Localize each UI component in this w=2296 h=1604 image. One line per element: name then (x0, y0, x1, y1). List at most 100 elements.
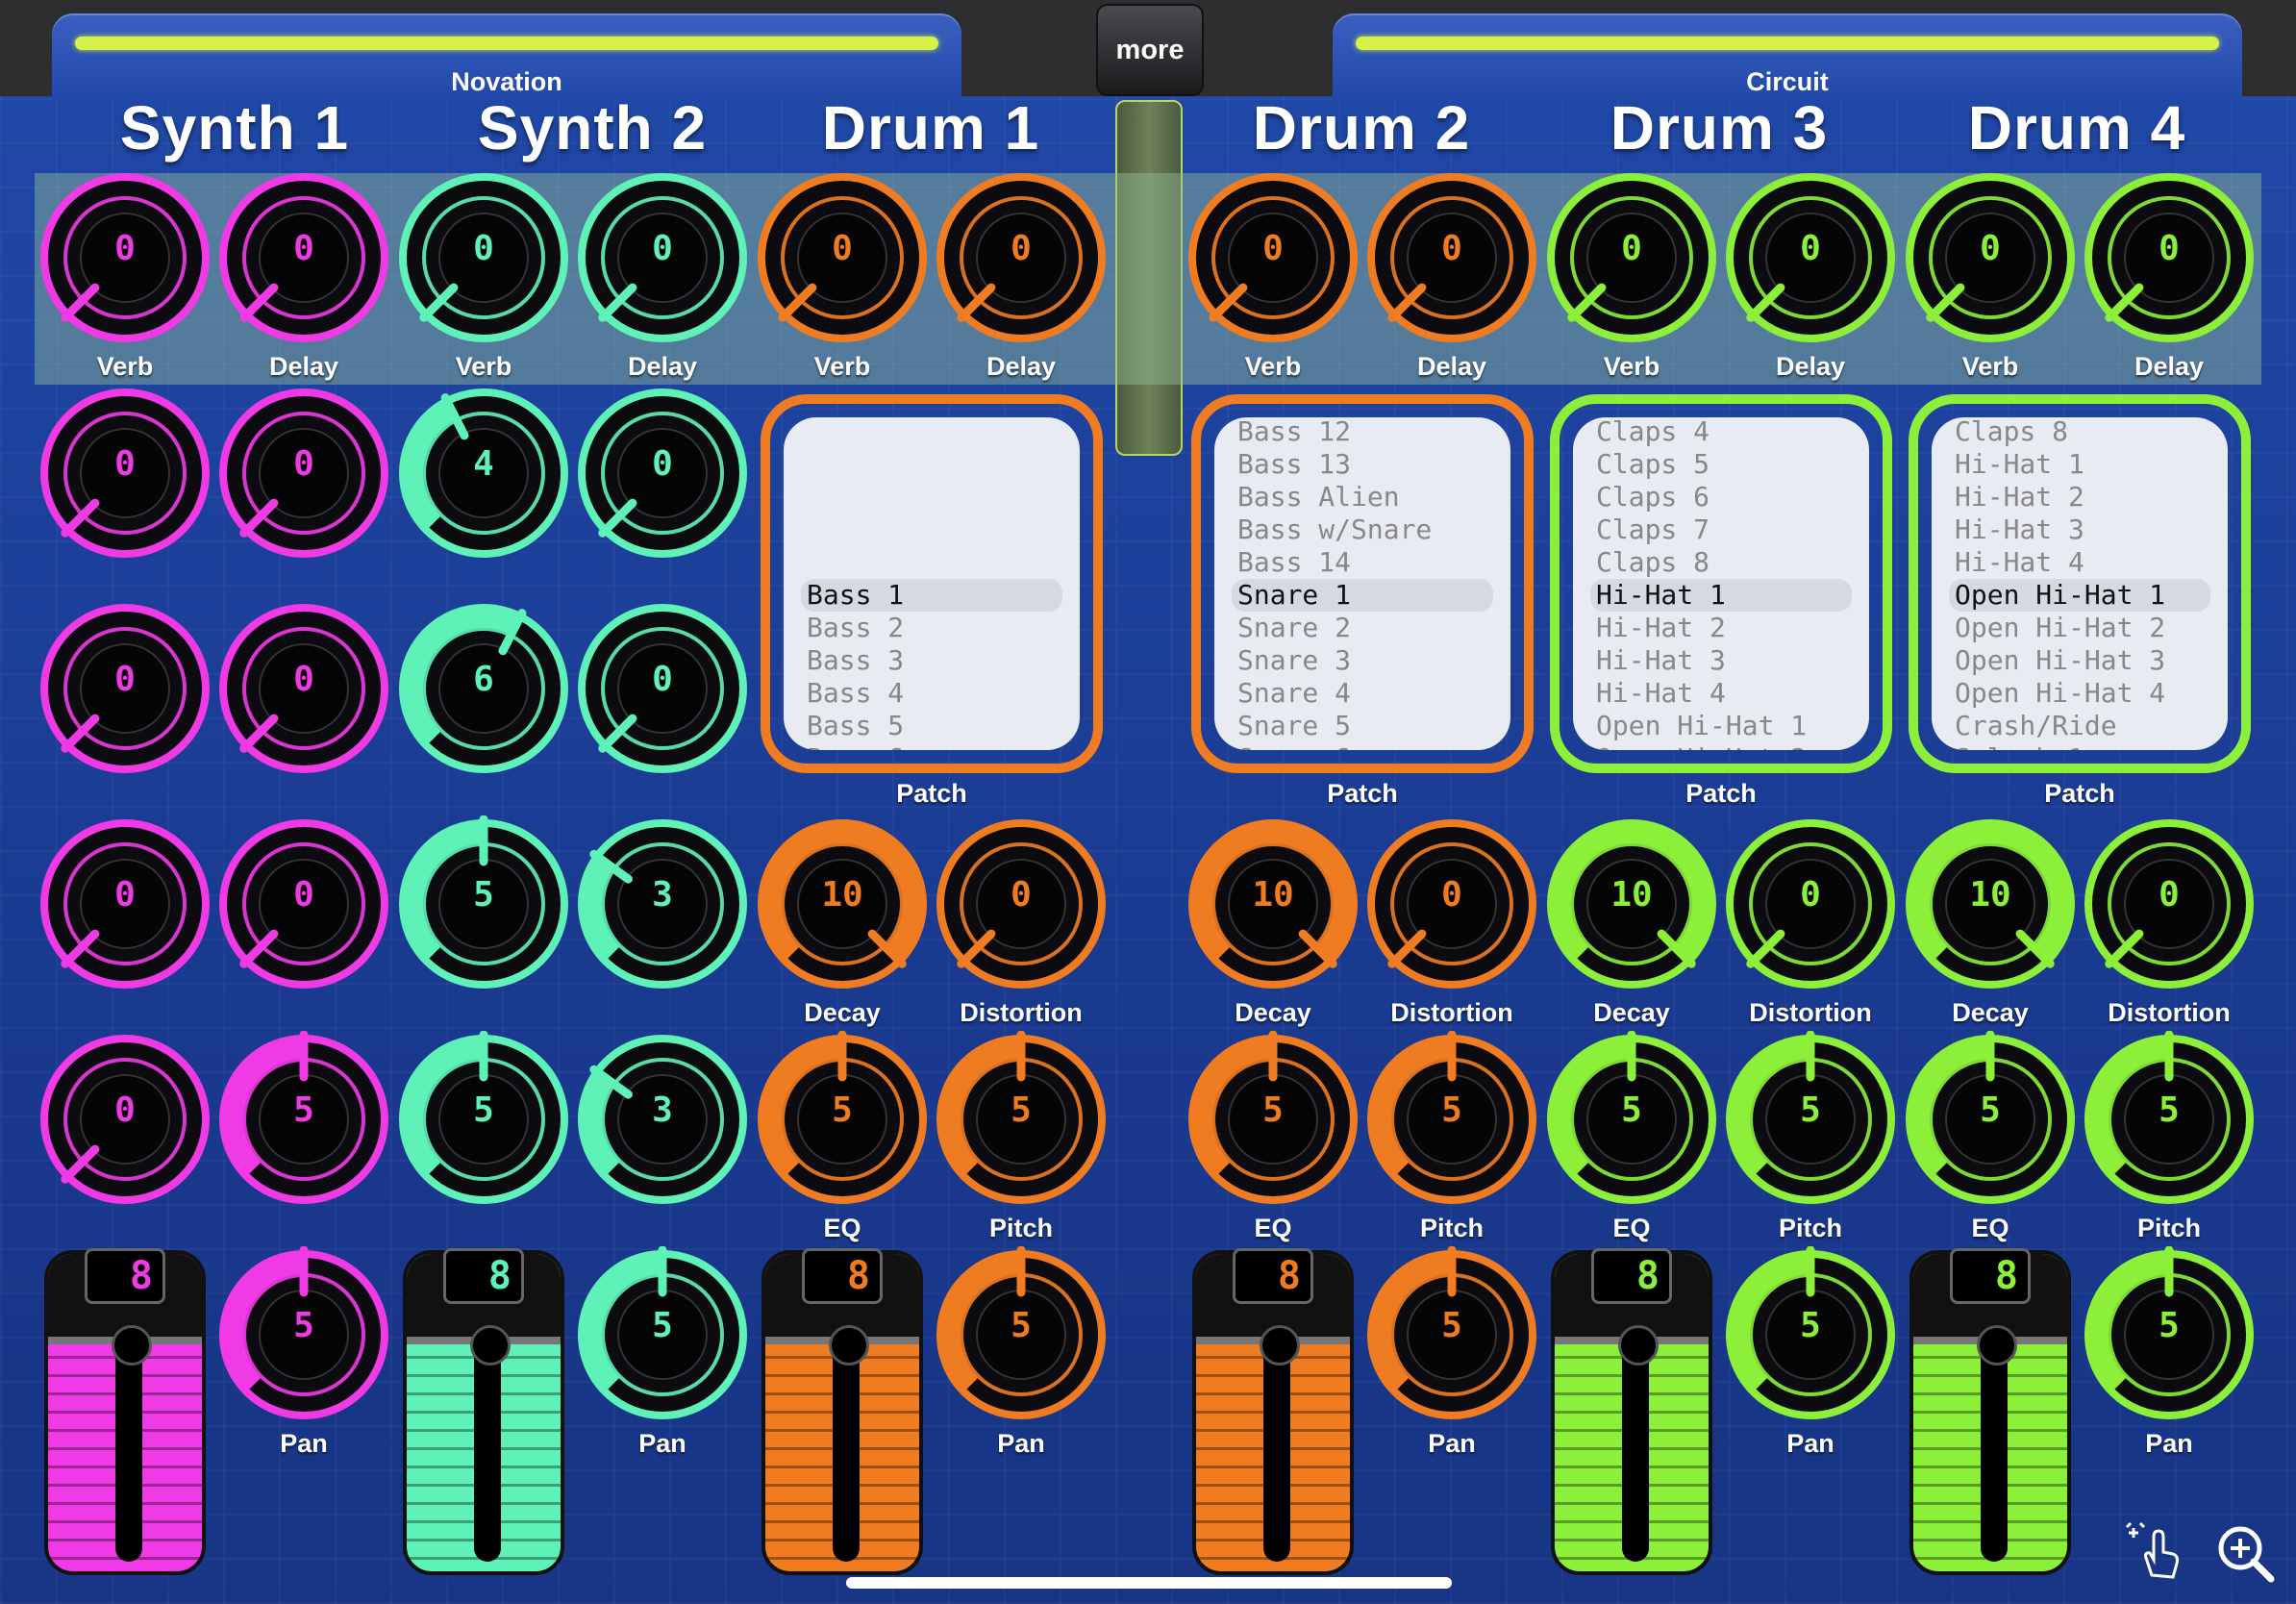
patch-list[interactable]: Claps 8 Hi-Hat 1 Hi-Hat 2 Hi-Hat 3 Hi-Hat 4O… (1932, 417, 2228, 750)
patch-item-selected[interactable]: Hi-Hat 1 (1590, 579, 1852, 612)
distortion-knob[interactable]: 0 (1722, 815, 1899, 992)
patch-list[interactable]: Bass 1Bass 2Bass 3Bass 4Bass 5Bass 6 (784, 417, 1080, 750)
pan-knob[interactable]: 5 (1722, 1246, 1899, 1423)
eq-knob[interactable]: 5 (1902, 1031, 2079, 1208)
synth1-param-knob[interactable]: 0 (215, 600, 392, 777)
patch-item[interactable]: Bass 14 (1232, 546, 1493, 579)
more-button[interactable]: more (1096, 4, 1204, 96)
verb-send-knob[interactable]: 0 (37, 169, 213, 346)
patch-item[interactable]: Bass 6 (801, 742, 1062, 750)
patch-item[interactable]: Hi-Hat 1 (1949, 448, 2210, 481)
synth1-param-knob[interactable]: 5 (215, 1031, 392, 1208)
patch-item[interactable]: Open Hi-Hat 4 (1949, 677, 2210, 710)
distortion-knob[interactable]: 0 (2081, 815, 2258, 992)
fader-handle[interactable] (112, 1325, 152, 1366)
synth1-pan-knob[interactable]: 5 (215, 1246, 392, 1423)
patch-item[interactable]: Bass 2 (801, 612, 1062, 644)
verb-send-knob[interactable]: 0 (1902, 169, 2079, 346)
patch-item[interactable]: Snare 5 (1232, 710, 1493, 742)
patch-item[interactable]: Claps 5 (1590, 448, 1852, 481)
patch-item[interactable]: Splash 1 (1949, 742, 2210, 750)
patch-item[interactable]: Hi-Hat 4 (1949, 546, 2210, 579)
patch-selector[interactable]: Claps 8 Hi-Hat 1 Hi-Hat 2 Hi-Hat 3 Hi-Hat 4O… (1909, 394, 2251, 773)
delay-send-knob[interactable]: 0 (215, 169, 392, 346)
fader-handle[interactable] (470, 1325, 511, 1366)
patch-item[interactable]: Hi-Hat 2 (1949, 481, 2210, 514)
pan-knob[interactable]: 5 (2081, 1246, 2258, 1423)
delay-send-knob[interactable]: 0 (933, 169, 1110, 346)
synth2-param-knob[interactable]: 4 (395, 385, 572, 562)
patch-item[interactable]: Open Hi-Hat 2 (1590, 742, 1852, 750)
tab-novation[interactable]: Novation (52, 13, 961, 100)
patch-item[interactable]: Snare 3 (1232, 644, 1493, 677)
patch-item[interactable]: Open Hi-Hat 1 (1590, 710, 1852, 742)
patch-item-selected[interactable]: Bass 1 (801, 579, 1062, 612)
patch-list[interactable]: Bass 12 Bass 13 Bass Alien Bass w/Snare Bass… (1214, 417, 1510, 750)
patch-list[interactable]: Claps 4 Claps 5 Claps 6 Claps 7 Claps 8 Hi-Ha… (1573, 417, 1869, 750)
synth2-pan-knob[interactable]: 5 (574, 1246, 751, 1423)
tab-circuit[interactable]: Circuit (1333, 13, 2242, 100)
pitch-knob[interactable]: 5 (1722, 1031, 1899, 1208)
pitch-knob[interactable]: 5 (933, 1031, 1110, 1208)
delay-send-knob[interactable]: 0 (1722, 169, 1899, 346)
verb-send-knob[interactable]: 0 (395, 169, 572, 346)
patch-item[interactable]: Bass 5 (801, 710, 1062, 742)
patch-item-selected[interactable]: Open Hi-Hat 1 (1949, 579, 2210, 612)
patch-item[interactable]: Bass 13 (1232, 448, 1493, 481)
synth1-param-knob[interactable]: 0 (37, 815, 213, 992)
verb-send-knob[interactable]: 0 (754, 169, 931, 346)
eq-knob[interactable]: 5 (1185, 1031, 1361, 1208)
patch-item[interactable]: Bass 4 (801, 677, 1062, 710)
verb-send-knob[interactable]: 0 (1185, 169, 1361, 346)
synth2-param-knob[interactable]: 0 (574, 600, 751, 777)
patch-item[interactable]: Hi-Hat 2 (1590, 612, 1852, 644)
synth1-param-knob[interactable]: 0 (37, 600, 213, 777)
patch-item[interactable]: Crash/Ride (1949, 710, 2210, 742)
patch-item[interactable]: Snare 6 (1232, 742, 1493, 750)
patch-item[interactable]: Claps 7 (1590, 514, 1852, 546)
fader-handle[interactable] (1260, 1325, 1300, 1366)
patch-item[interactable]: Claps 8 (1949, 417, 2210, 448)
synth1-param-knob[interactable]: 0 (215, 815, 392, 992)
delay-send-knob[interactable]: 0 (2081, 169, 2258, 346)
pan-knob[interactable]: 5 (933, 1246, 1110, 1423)
synth2-param-knob[interactable]: 3 (574, 1031, 751, 1208)
synth2-param-knob[interactable]: 3 (574, 815, 751, 992)
synth1-param-knob[interactable]: 0 (215, 385, 392, 562)
patch-item[interactable]: Open Hi-Hat 3 (1949, 644, 2210, 677)
synth2-param-knob[interactable]: 5 (395, 815, 572, 992)
patch-item[interactable]: Bass Alien (1232, 481, 1493, 514)
delay-send-knob[interactable]: 0 (1363, 169, 1540, 346)
pitch-knob[interactable]: 5 (2081, 1031, 2258, 1208)
patch-item[interactable]: Open Hi-Hat 2 (1949, 612, 2210, 644)
distortion-knob[interactable]: 0 (933, 815, 1110, 992)
patch-selector[interactable]: Claps 4 Claps 5 Claps 6 Claps 7 Claps 8 Hi-Ha… (1550, 394, 1892, 773)
patch-item[interactable]: Hi-Hat 3 (1590, 644, 1852, 677)
patch-item[interactable]: Claps 6 (1590, 481, 1852, 514)
decay-knob[interactable]: 10 (754, 815, 931, 992)
synth1-param-knob[interactable]: 0 (37, 385, 213, 562)
touch-hand-icon[interactable] (2123, 1519, 2190, 1587)
distortion-knob[interactable]: 0 (1363, 815, 1540, 992)
verb-send-knob[interactable]: 0 (1543, 169, 1720, 346)
zoom-in-icon[interactable] (2211, 1519, 2279, 1587)
pitch-knob[interactable]: 5 (1363, 1031, 1540, 1208)
synth2-param-knob[interactable]: 5 (395, 1031, 572, 1208)
synth1-param-knob[interactable]: 0 (37, 1031, 213, 1208)
patch-selector[interactable]: Bass 12 Bass 13 Bass Alien Bass w/Snare Bass… (1191, 394, 1534, 773)
patch-item[interactable]: Claps 8 (1590, 546, 1852, 579)
delay-send-knob[interactable]: 0 (574, 169, 751, 346)
decay-knob[interactable]: 10 (1902, 815, 2079, 992)
patch-item[interactable]: Bass w/Snare (1232, 514, 1493, 546)
patch-item[interactable]: Claps 4 (1590, 417, 1852, 448)
eq-knob[interactable]: 5 (754, 1031, 931, 1208)
pan-knob[interactable]: 5 (1363, 1246, 1540, 1423)
synth2-param-knob[interactable]: 6 (395, 600, 572, 777)
patch-item-selected[interactable]: Snare 1 (1232, 579, 1493, 612)
patch-item[interactable]: Snare 4 (1232, 677, 1493, 710)
patch-item[interactable]: Bass 3 (801, 644, 1062, 677)
decay-knob[interactable]: 10 (1543, 815, 1720, 992)
patch-item[interactable]: Snare 2 (1232, 612, 1493, 644)
patch-item[interactable]: Bass 12 (1232, 417, 1493, 448)
patch-selector[interactable]: Bass 1Bass 2Bass 3Bass 4Bass 5Bass 6 (761, 394, 1103, 773)
